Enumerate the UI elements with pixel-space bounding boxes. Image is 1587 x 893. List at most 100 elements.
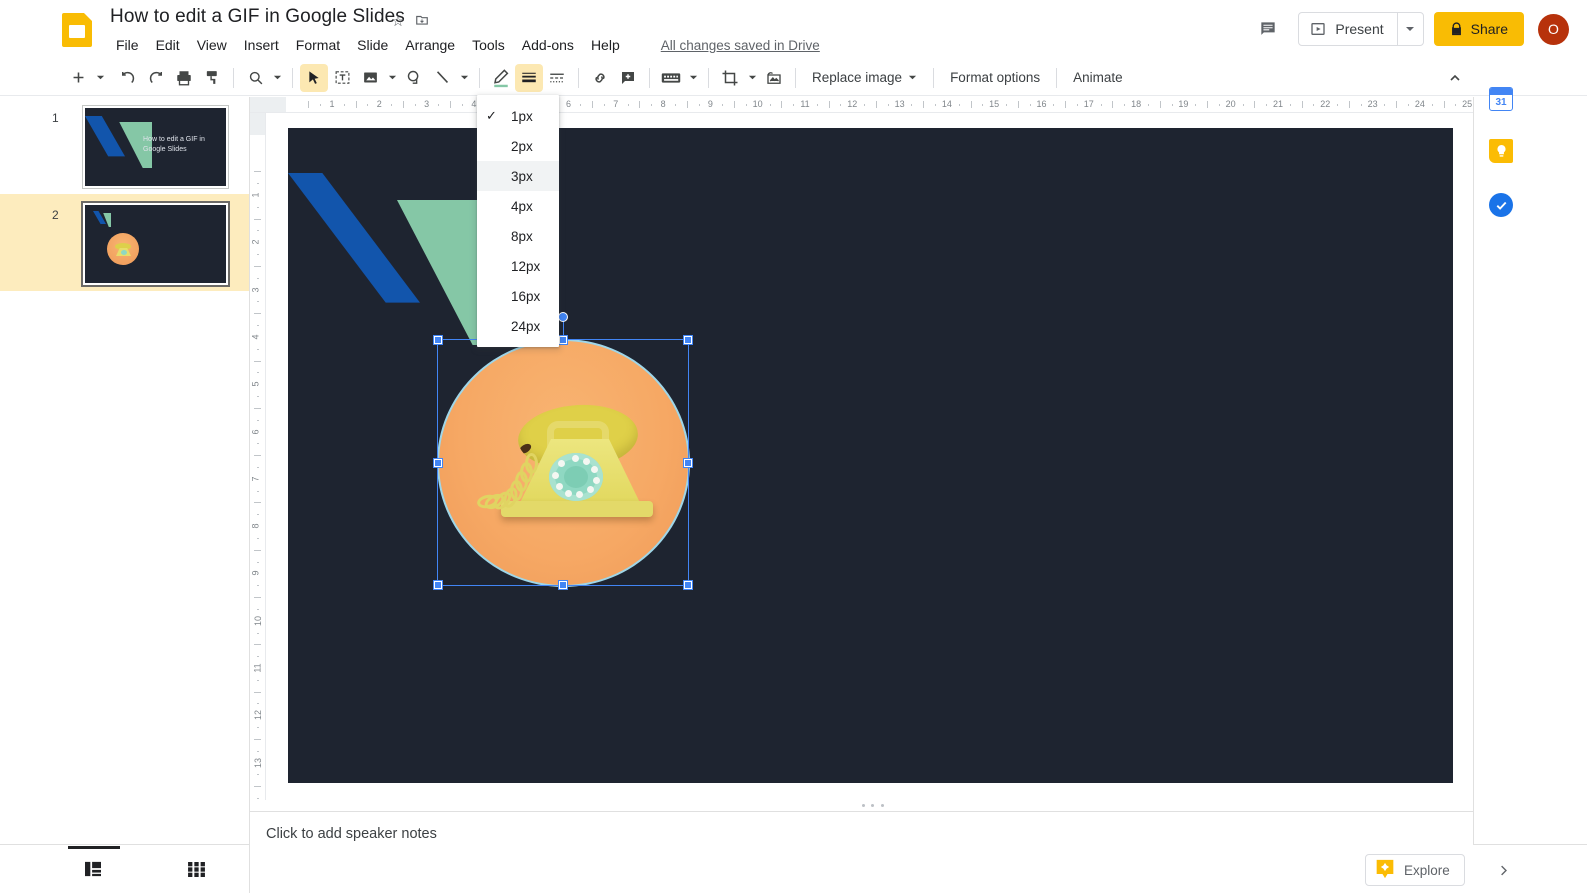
ruler-mark bbox=[982, 104, 983, 106]
resize-handle-bottom-left[interactable] bbox=[434, 581, 442, 589]
resize-handle-top-right[interactable] bbox=[684, 336, 692, 344]
resize-handle-bottom-center[interactable] bbox=[559, 581, 567, 589]
google-tasks-icon[interactable] bbox=[1489, 193, 1513, 217]
ruler-tick: 7 bbox=[251, 476, 261, 481]
transition-button[interactable] bbox=[657, 64, 685, 92]
print-button[interactable] bbox=[170, 64, 198, 92]
ruler-mark bbox=[254, 313, 261, 314]
collapse-toolbar-button[interactable] bbox=[1441, 64, 1469, 92]
google-calendar-icon[interactable]: 31 bbox=[1489, 87, 1513, 111]
ruler-mark bbox=[415, 104, 416, 106]
border-weight-option-8px[interactable]: 8px bbox=[477, 221, 559, 251]
menu-view[interactable]: View bbox=[189, 34, 235, 56]
google-keep-icon[interactable] bbox=[1489, 139, 1513, 163]
border-weight-button[interactable] bbox=[515, 64, 543, 92]
insert-link-button[interactable] bbox=[586, 64, 614, 92]
paint-format-button[interactable] bbox=[198, 64, 226, 92]
menu-slide[interactable]: Slide bbox=[349, 34, 396, 56]
add-comment-button[interactable] bbox=[614, 64, 642, 92]
image-caret-icon[interactable] bbox=[384, 73, 400, 82]
zoom-button[interactable] bbox=[241, 64, 269, 92]
crop-button[interactable] bbox=[716, 64, 744, 92]
star-icon[interactable]: ☆ bbox=[387, 11, 409, 33]
slide-thumbnail-1[interactable]: How to edit a GIF in Google Slides bbox=[83, 106, 228, 188]
filmstrip-slide-1[interactable]: 1 How to edit a GIF in Google Slides bbox=[0, 97, 249, 194]
ruler-tick: 13 bbox=[253, 758, 263, 768]
border-weight-option-2px[interactable]: 2px bbox=[477, 131, 559, 161]
filmstrip-view-button[interactable] bbox=[78, 854, 108, 884]
ruler-tick: 8 bbox=[251, 524, 261, 529]
horizontal-ruler[interactable]: 1234567891011121314151617181920212223242… bbox=[250, 97, 1473, 113]
border-weight-option-3px[interactable]: 3px bbox=[477, 161, 559, 191]
new-slide-caret-icon[interactable] bbox=[92, 73, 108, 82]
border-weight-dropdown-menu[interactable]: ✓ 1px 2px 3px 4px 8px 12px 16px 24px bbox=[477, 95, 559, 347]
menu-addons[interactable]: Add-ons bbox=[514, 34, 582, 56]
border-color-button[interactable] bbox=[487, 64, 515, 92]
document-title[interactable]: How to edit a GIF in Google Slides bbox=[110, 6, 405, 28]
option-label: 3px bbox=[511, 169, 533, 184]
ruler-tick: 1 bbox=[329, 99, 334, 109]
save-status[interactable]: All changes saved in Drive bbox=[661, 38, 820, 53]
select-tool-button[interactable] bbox=[300, 64, 328, 92]
grid-view-button[interactable] bbox=[181, 854, 211, 884]
mask-image-button[interactable] bbox=[760, 64, 788, 92]
resize-handle-middle-right[interactable] bbox=[684, 459, 692, 467]
share-button[interactable]: Share bbox=[1434, 12, 1524, 46]
line-caret-icon[interactable] bbox=[456, 73, 472, 82]
image-button[interactable] bbox=[356, 64, 384, 92]
undo-button[interactable] bbox=[114, 64, 142, 92]
menu-help[interactable]: Help bbox=[583, 34, 628, 56]
slide-number: 2 bbox=[52, 208, 59, 222]
replace-image-button[interactable]: Replace image bbox=[803, 64, 926, 92]
explore-button[interactable]: Explore bbox=[1365, 854, 1465, 886]
filmstrip-slide-2[interactable]: 2 bbox=[0, 194, 249, 291]
animate-button[interactable]: Animate bbox=[1064, 64, 1132, 92]
redo-button[interactable] bbox=[142, 64, 170, 92]
border-weight-option-12px[interactable]: 12px bbox=[477, 251, 559, 281]
shape-button[interactable] bbox=[400, 64, 428, 92]
present-options-caret-icon[interactable] bbox=[1397, 13, 1423, 45]
avatar[interactable]: O bbox=[1538, 14, 1569, 45]
notes-resize-divider[interactable] bbox=[250, 800, 1473, 811]
comment-history-icon[interactable] bbox=[1250, 11, 1286, 47]
canvas-scroll-gutter[interactable] bbox=[1466, 113, 1473, 800]
notes-drag-handle[interactable] bbox=[862, 804, 884, 807]
menu-arrange[interactable]: Arrange bbox=[397, 34, 463, 56]
vertical-ruler[interactable]: 1234567891011121314 bbox=[250, 113, 266, 800]
slide-thumbnail-2[interactable] bbox=[83, 203, 228, 285]
zoom-caret-icon[interactable] bbox=[269, 73, 285, 82]
menu-insert[interactable]: Insert bbox=[236, 34, 287, 56]
border-weight-option-1px[interactable]: ✓ 1px bbox=[477, 101, 559, 131]
border-dash-button[interactable] bbox=[543, 64, 571, 92]
speaker-notes-pane[interactable]: Click to add speaker notes bbox=[250, 811, 1473, 893]
ruler-mark bbox=[1219, 104, 1220, 106]
border-weight-option-4px[interactable]: 4px bbox=[477, 191, 559, 221]
line-button[interactable] bbox=[428, 64, 456, 92]
slide-filmstrip[interactable]: 1 How to edit a GIF in Google Slides 2 bbox=[0, 97, 250, 844]
menu-file[interactable]: File bbox=[108, 34, 147, 56]
transition-caret-icon[interactable] bbox=[685, 73, 701, 82]
format-options-button[interactable]: Format options bbox=[941, 64, 1049, 92]
resize-handle-top-center[interactable] bbox=[559, 336, 567, 344]
ruler-mark bbox=[254, 502, 261, 503]
resize-handle-middle-left[interactable] bbox=[434, 459, 442, 467]
share-label: Share bbox=[1471, 21, 1508, 37]
menu-tools[interactable]: Tools bbox=[464, 34, 513, 56]
border-weight-option-16px[interactable]: 16px bbox=[477, 281, 559, 311]
present-button[interactable]: Present bbox=[1299, 13, 1396, 45]
border-weight-option-24px[interactable]: 24px bbox=[477, 311, 559, 341]
textbox-button[interactable] bbox=[328, 64, 356, 92]
menu-format[interactable]: Format bbox=[288, 34, 348, 56]
speaker-notes-placeholder[interactable]: Click to add speaker notes bbox=[266, 826, 437, 842]
ruler-mark bbox=[254, 361, 261, 362]
image-selection-box[interactable] bbox=[437, 339, 689, 586]
move-to-folder-icon[interactable] bbox=[411, 11, 433, 33]
crop-caret-icon[interactable] bbox=[744, 73, 760, 82]
ruler-tick: 21 bbox=[1273, 99, 1283, 109]
new-slide-button[interactable] bbox=[64, 64, 92, 92]
resize-handle-bottom-right[interactable] bbox=[684, 581, 692, 589]
menu-edit[interactable]: Edit bbox=[148, 34, 188, 56]
rotation-handle[interactable] bbox=[558, 312, 568, 322]
expand-side-panel-button[interactable] bbox=[1491, 858, 1515, 882]
resize-handle-top-left[interactable] bbox=[434, 336, 442, 344]
